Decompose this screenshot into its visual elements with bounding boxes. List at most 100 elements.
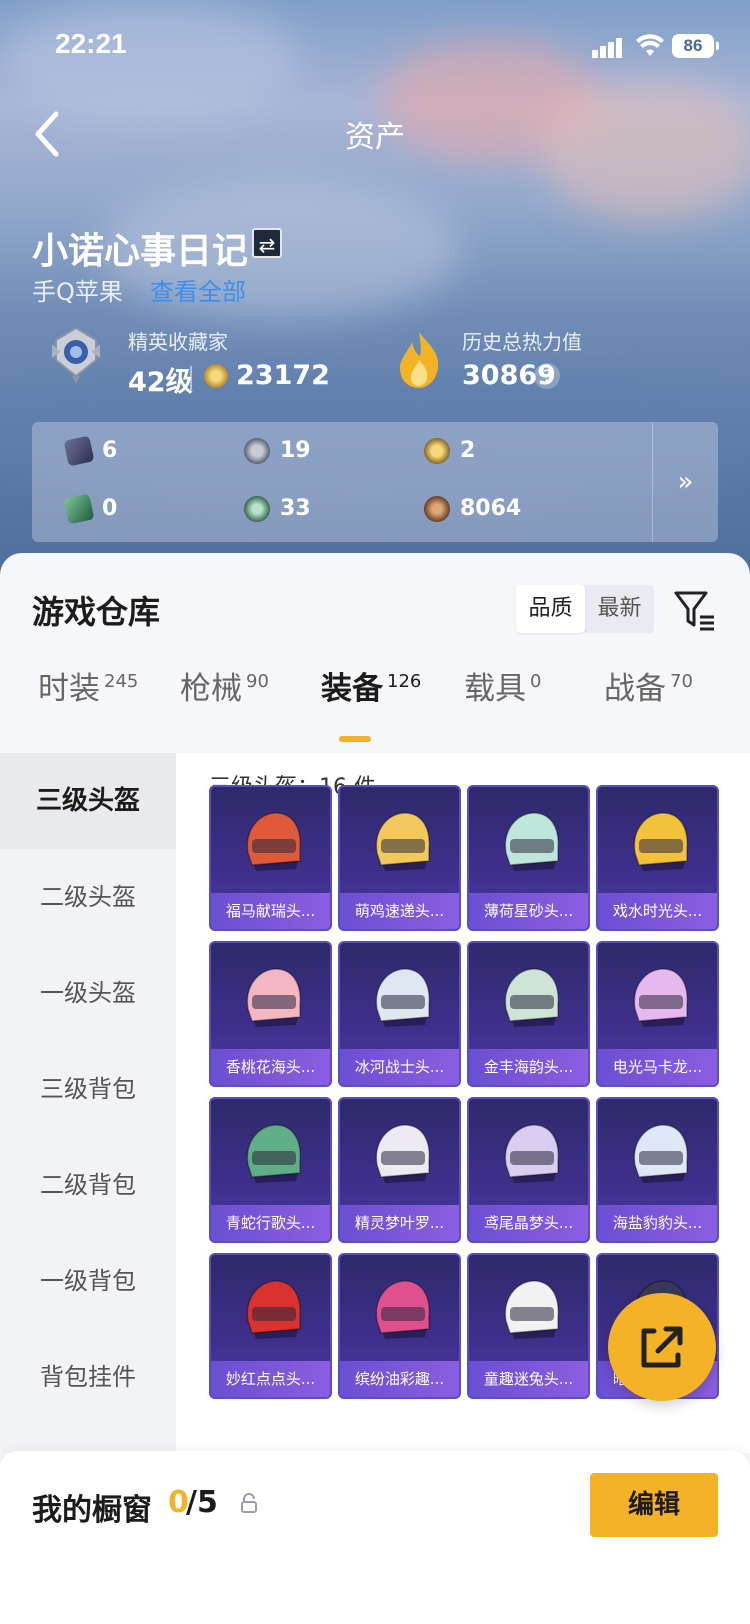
item-name: 薄荷星砂头... — [469, 893, 588, 929]
helmet-icon — [633, 812, 688, 871]
share-button[interactable] — [608, 1293, 716, 1401]
item-card[interactable]: 戏水时光头... — [596, 785, 719, 931]
warehouse-sheet: 游戏仓库 品质 最新 时装 245 枪械 90 装备 126 载具 0 战备 70 三级头… — [0, 553, 750, 1624]
item-card[interactable]: 鸢尾晶梦头... — [467, 1097, 590, 1243]
tab-fashion[interactable]: 时装 245 — [38, 663, 138, 717]
helmet-icon — [633, 968, 688, 1027]
tab-equipment[interactable]: 装备 126 — [321, 663, 421, 717]
stat-value: 8064 — [460, 496, 522, 521]
bronze-coin-icon — [424, 496, 450, 522]
sort-newest-option[interactable]: 最新 — [585, 585, 654, 633]
filter-icon[interactable] — [672, 587, 716, 631]
showcase-total: /5 — [186, 1485, 218, 1520]
item-card[interactable]: 福马献瑞头... — [209, 785, 332, 931]
tab-weapons[interactable]: 枪械 90 — [180, 663, 269, 717]
platform-label: 手Q苹果 — [32, 278, 123, 306]
gem-icon — [244, 496, 270, 522]
wifi-icon — [636, 34, 664, 56]
tab-count: 0 — [530, 671, 542, 692]
category-item[interactable]: 背包挂件 — [0, 1329, 176, 1425]
category-item[interactable]: 一级头盔 — [0, 945, 176, 1041]
item-card[interactable]: 金丰海韵头... — [467, 941, 590, 1087]
card-icon — [63, 435, 95, 467]
status-time: 22:21 — [55, 28, 127, 59]
item-card[interactable]: 电光马卡龙... — [596, 941, 719, 1087]
category-item[interactable]: 三级头盔 — [0, 753, 176, 849]
active-tab-indicator — [339, 736, 371, 742]
item-name: 金丰海韵头... — [469, 1049, 588, 1085]
category-item[interactable]: 三级背包 — [0, 1041, 176, 1137]
helmet-icon — [246, 1124, 301, 1183]
stat-value: 0 — [102, 496, 118, 521]
item-card[interactable]: 缤纷油彩趣... — [338, 1253, 461, 1399]
item-name: 戏水时光头... — [598, 893, 717, 929]
item-name: 鸢尾晶梦头... — [469, 1205, 588, 1241]
item-card[interactable]: 青蛇行歌头... — [209, 1097, 332, 1243]
help-icon[interactable]: ? — [534, 363, 560, 389]
item-name: 海盐豹豹头... — [598, 1205, 717, 1241]
item-name: 精灵梦叶罗... — [340, 1205, 459, 1241]
collector-points: 23172 — [236, 360, 330, 391]
helmet-icon — [246, 1280, 301, 1339]
collector-title: 精英收藏家 — [128, 330, 228, 354]
category-sidebar: 三级头盔 二级头盔 一级头盔 三级背包 二级背包 一级背包 背包挂件 — [0, 753, 176, 1453]
item-card[interactable]: 精灵梦叶罗... — [338, 1097, 461, 1243]
item-card[interactable]: 童趣迷兔头... — [467, 1253, 590, 1399]
item-name: 缤纷油彩趣... — [340, 1361, 459, 1397]
category-item[interactable]: 一级背包 — [0, 1233, 176, 1329]
helmet-icon — [375, 1280, 430, 1339]
tab-vehicles[interactable]: 载具 0 — [464, 663, 541, 717]
item-card[interactable]: 妙红点点头... — [209, 1253, 332, 1399]
helmet-icon — [246, 812, 301, 871]
silver-coin-icon — [244, 438, 270, 464]
stat-value: 33 — [280, 496, 311, 521]
status-bar: 22:21 86 — [0, 26, 750, 66]
item-card[interactable]: 薄荷星砂头... — [467, 785, 590, 931]
helmet-icon — [633, 1124, 688, 1183]
item-name: 香桃花海头... — [211, 1049, 330, 1085]
item-name: 萌鸡速递头... — [340, 893, 459, 929]
category-item[interactable]: 二级背包 — [0, 1137, 176, 1233]
stat-value: 6 — [102, 438, 118, 463]
helmet-icon — [375, 1124, 430, 1183]
page-title: 资产 — [345, 120, 405, 155]
helmet-icon — [504, 1124, 559, 1183]
gold-token-icon — [424, 438, 450, 464]
stats-more-button[interactable]: » — [652, 422, 718, 542]
edit-showcase-button[interactable]: 编辑 — [590, 1473, 718, 1537]
item-name: 童趣迷兔头... — [469, 1361, 588, 1397]
flame-icon — [400, 332, 439, 388]
warehouse-title: 游戏仓库 — [32, 593, 161, 631]
tab-label: 载具 — [464, 671, 526, 707]
platform-link[interactable]: 查看全部 — [150, 272, 246, 307]
share-icon — [641, 1326, 683, 1368]
item-name: 电光马卡龙... — [598, 1049, 717, 1085]
tab-label: 战备 — [604, 671, 666, 707]
tab-label: 时装 — [38, 671, 100, 707]
collector-level: 42级 — [128, 367, 193, 398]
item-card[interactable]: 香桃花海头... — [209, 941, 332, 1087]
item-card[interactable]: 海盐豹豹头... — [596, 1097, 719, 1243]
collector-points-icon — [204, 364, 228, 388]
collector-emblem-icon — [52, 326, 100, 384]
battery-icon: 86 — [672, 34, 719, 58]
showcase-title: 我的橱窗 — [32, 1493, 152, 1528]
tab-count: 245 — [104, 671, 139, 692]
stat-value: 2 — [460, 438, 476, 463]
showcase-bar: 我的橱窗 0 /5 编辑 — [0, 1451, 750, 1624]
stat-value: 19 — [280, 438, 311, 463]
green-card-icon — [63, 493, 95, 525]
sort-quality-option[interactable]: 品质 — [516, 585, 585, 633]
helmet-icon — [504, 1280, 559, 1339]
helmet-icon — [375, 812, 430, 871]
helmet-icon — [504, 968, 559, 1027]
item-name: 福马献瑞头... — [211, 893, 330, 929]
switch-account-icon[interactable]: ⇄ — [252, 228, 282, 258]
item-card[interactable]: 冰河战士头... — [338, 941, 461, 1087]
category-item[interactable]: 二级头盔 — [0, 849, 176, 945]
lock-icon — [241, 1493, 257, 1513]
tab-count: 70 — [670, 671, 693, 692]
tab-count: 90 — [246, 671, 269, 692]
item-card[interactable]: 萌鸡速递头... — [338, 785, 461, 931]
tab-supplies[interactable]: 战备 70 — [604, 663, 693, 717]
